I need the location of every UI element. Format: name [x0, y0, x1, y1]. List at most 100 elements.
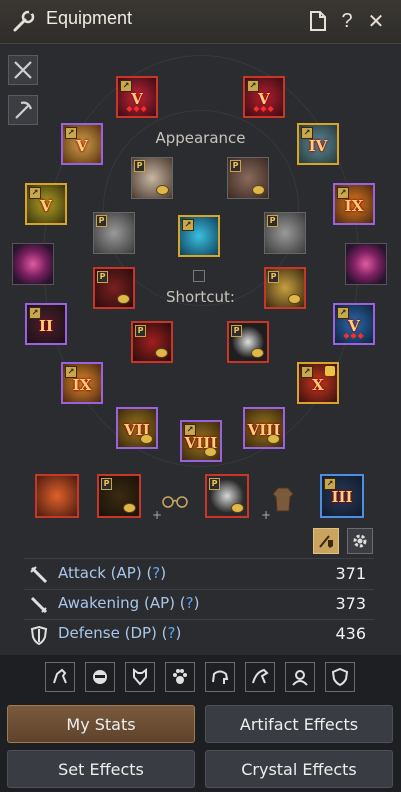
- outer-ring-decoration: [43, 55, 359, 467]
- gear-icon[interactable]: [347, 528, 373, 554]
- p-badge: P: [231, 325, 242, 337]
- p-badge: P: [267, 215, 278, 227]
- tier-label: V: [40, 197, 52, 215]
- stat-row-attack: Attack (AP) (?) 371: [24, 562, 374, 588]
- armor-slot[interactable]: ↗ IX: [61, 362, 103, 404]
- tier-label: III: [331, 488, 353, 506]
- gloves-slot[interactable]: VII: [116, 407, 158, 449]
- artifact-effects-button[interactable]: Artifact Effects: [205, 705, 393, 743]
- p-badge: P: [97, 271, 108, 283]
- appearance-right-slot[interactable]: P: [264, 212, 306, 254]
- helmet-slot[interactable]: ↗ V ◆◆◆: [243, 76, 285, 118]
- stat-row-awakening: Awakening (AP) (?) 373: [24, 592, 374, 618]
- appearance-crystal-slot[interactable]: ↗: [178, 215, 220, 257]
- title-bar[interactable]: Equipment ? ✕: [0, 0, 401, 44]
- equipment-wrench-icon: [12, 9, 36, 33]
- sub-weapon-slot[interactable]: ↗ V: [25, 183, 67, 225]
- mask-icon[interactable]: [85, 662, 115, 692]
- p-badge: P: [134, 160, 145, 172]
- enhance-dots: ◆◆◆: [343, 331, 365, 340]
- appearance-left-slot[interactable]: P: [93, 212, 135, 254]
- shield-icon: [28, 624, 50, 646]
- stat-help-button[interactable]: ?: [168, 624, 176, 642]
- stat-divider: [24, 619, 374, 620]
- stat-value: 373: [335, 594, 366, 613]
- coin-icon: [140, 434, 153, 444]
- tier-label: X: [312, 376, 324, 394]
- appearance-label: Appearance: [155, 129, 246, 147]
- coin-icon: [288, 294, 301, 304]
- tier-label: IX: [344, 197, 364, 215]
- stat-help-button[interactable]: ?: [152, 564, 160, 582]
- coin-icon: [123, 503, 136, 513]
- artifact-left-slot[interactable]: [12, 243, 54, 285]
- horse-icon[interactable]: [45, 662, 75, 692]
- lock-icon: [325, 366, 335, 376]
- set-effects-button[interactable]: Set Effects: [7, 750, 195, 788]
- stat-help-button[interactable]: ?: [186, 594, 194, 612]
- tier-label: IX: [72, 376, 92, 394]
- p-badge: P: [268, 271, 279, 283]
- document-icon[interactable]: [306, 9, 330, 33]
- close-button[interactable]: ✕: [364, 9, 388, 33]
- coin-icon: [155, 348, 168, 358]
- stat-label: Defense (DP) (?): [58, 624, 182, 642]
- necklace-slot[interactable]: ↗ V ◆◆◆: [333, 303, 375, 345]
- paw-icon[interactable]: [165, 662, 195, 692]
- pet-icon[interactable]: [285, 662, 315, 692]
- my-stats-button[interactable]: My Stats: [7, 705, 195, 743]
- shortcut-checkbox[interactable]: [193, 270, 205, 282]
- crystal-effects-button[interactable]: Crystal Effects: [205, 750, 393, 788]
- coat-icon: [268, 484, 298, 514]
- stats-divider: [24, 558, 374, 559]
- lantern-slot[interactable]: P: [97, 474, 141, 518]
- p-badge: P: [230, 160, 241, 172]
- stat-label: Attack (AP) (?): [58, 564, 167, 582]
- locked-ring-slot[interactable]: ↗ X: [297, 362, 339, 404]
- coin-icon: [156, 185, 169, 195]
- stat-value: 436: [335, 624, 366, 643]
- coin-icon: [204, 447, 217, 457]
- window-title: Equipment: [46, 8, 133, 28]
- coin-icon: [231, 503, 244, 513]
- tier-label: II: [38, 317, 54, 335]
- enhance-dots: ◆◆◆: [126, 104, 148, 113]
- appearance-accessory-slot[interactable]: P: [264, 267, 306, 309]
- pickaxe-toggle[interactable]: [8, 95, 38, 125]
- main-weapon-slot[interactable]: ↗ V ◆◆◆: [116, 76, 158, 118]
- coin-icon: [267, 434, 280, 444]
- coin-icon: [251, 348, 264, 358]
- appearance-weapon-slot[interactable]: P: [93, 267, 135, 309]
- elephant-icon[interactable]: [205, 662, 235, 692]
- armor-icon[interactable]: [125, 662, 155, 692]
- p-badge: P: [135, 325, 146, 337]
- left-earring-slot[interactable]: ↗ II: [25, 303, 67, 345]
- p-badge: P: [96, 215, 107, 227]
- alchemy-stone-slot[interactable]: [35, 474, 79, 518]
- equipped-badge-icon: ↗: [182, 219, 194, 231]
- crossed-swords-toggle[interactable]: [8, 55, 38, 85]
- p-badge: P: [209, 478, 220, 490]
- ring-slot[interactable]: ↗ IX: [333, 183, 375, 225]
- plus-sign: +: [152, 508, 163, 522]
- help-button[interactable]: ?: [335, 9, 359, 33]
- appearance-sub-slot[interactable]: P: [131, 321, 173, 363]
- glasses-icon: [160, 490, 190, 510]
- pvp-toggle-icon[interactable]: [313, 528, 339, 554]
- stat-divider: [24, 589, 374, 590]
- appearance-armor-slot[interactable]: P: [227, 157, 269, 199]
- shield-icon[interactable]: [325, 662, 355, 692]
- sword-icon: [28, 564, 50, 586]
- alchemy-slot[interactable]: ↗ III: [320, 474, 364, 518]
- boots-slot[interactable]: ↗ VIII: [180, 420, 222, 462]
- coin-icon: [117, 294, 130, 304]
- coin-icon: [252, 185, 265, 195]
- shortcut-label: Shortcut:: [166, 288, 235, 306]
- dragon-icon[interactable]: [245, 662, 275, 692]
- appearance-mask-slot[interactable]: P: [227, 321, 269, 363]
- accessory-glasses-slot[interactable]: P: [205, 474, 249, 518]
- artifact-right-slot[interactable]: [345, 243, 387, 285]
- stat-row-defense: Defense (DP) (?) 436: [24, 622, 374, 648]
- appearance-head-slot[interactable]: P: [131, 157, 173, 199]
- earring-slot[interactable]: VIII: [243, 407, 285, 449]
